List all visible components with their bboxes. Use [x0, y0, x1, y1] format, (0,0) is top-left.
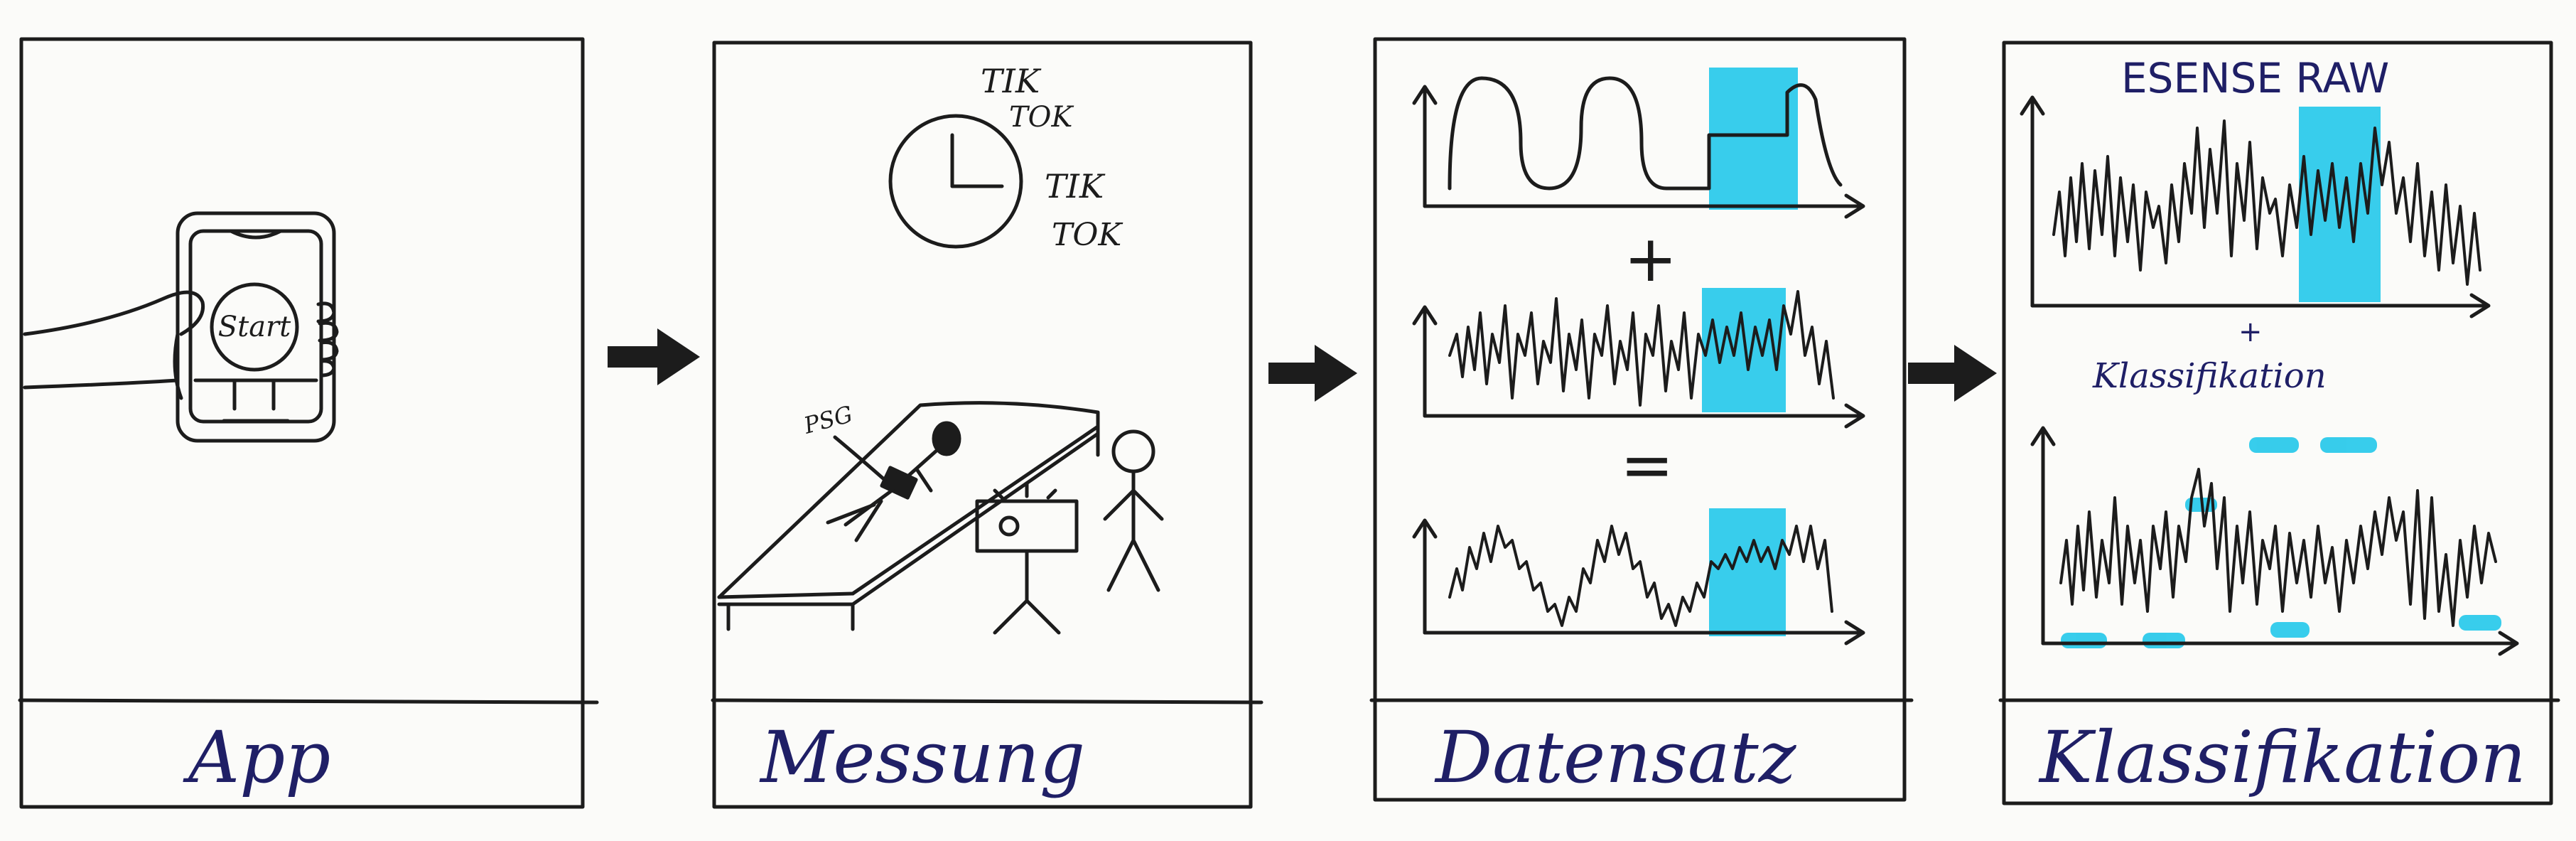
- datensatz-highlight-3: [1709, 508, 1786, 636]
- panel-label-app: App: [183, 716, 330, 799]
- class-mark: [2270, 622, 2310, 638]
- klassifikation-plus-sign: +: [2238, 316, 2263, 348]
- class-mark: [2143, 633, 2185, 648]
- paper-background: [0, 0, 2576, 841]
- clock-sound-tok-2: TOK: [1052, 217, 1123, 253]
- klassifikation-title: ESENSE RAW: [2121, 54, 2389, 102]
- start-button-label: Start: [218, 311, 291, 343]
- panel-label-datensatz: Datensatz: [1434, 716, 1797, 799]
- clock-sound-tok-1: TOK: [1009, 101, 1074, 134]
- datensatz-equals-sign: =: [1620, 428, 1674, 503]
- class-mark: [2061, 633, 2107, 648]
- datensatz-plus-sign: +: [1624, 222, 1677, 296]
- panel-label-messung: Messung: [759, 716, 1085, 799]
- panel-messung-divider: [711, 698, 1263, 705]
- klassifikation-subtitle: Klassifikation: [2092, 356, 2327, 396]
- clock-sound-tik-1: TIK: [981, 62, 1042, 100]
- panel-app-divider: [18, 698, 599, 705]
- class-mark: [2459, 615, 2501, 631]
- class-mark: [2320, 437, 2377, 453]
- class-mark: [2249, 437, 2299, 453]
- clock-sound-tik-2: TIK: [1045, 167, 1106, 205]
- storyboard: Start App TIK TOK TIK TOK PSG Messung + …: [0, 0, 2576, 841]
- panel-label-klassifikation: Klassifikation: [2038, 716, 2526, 799]
- datensatz-highlight-1: [1709, 68, 1798, 210]
